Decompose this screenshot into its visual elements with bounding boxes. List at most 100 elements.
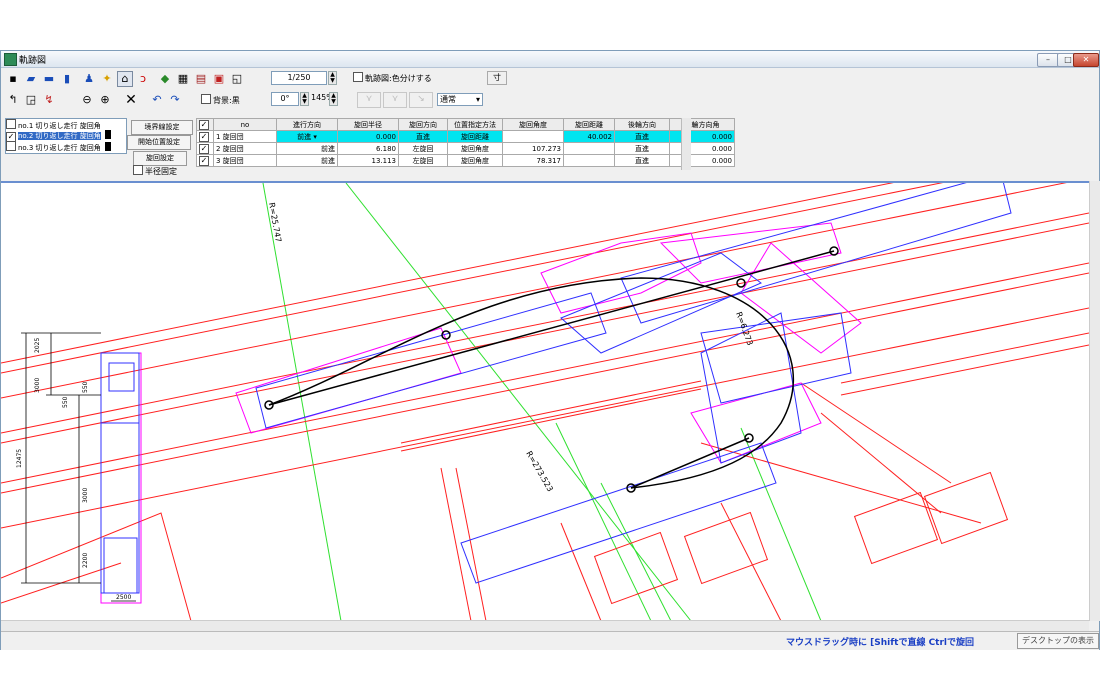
table-row[interactable]: ✓ 2 旋回団 前進 6.180 左旋回 旋回角度 107.273 直進 0.0… [196, 142, 735, 155]
turn-table: ✓ no 進行方向 旋回半径 旋回方向 位置指定方法 旋回角度 旋回距離 後輪方… [196, 118, 735, 167]
preview-icon[interactable]: ◱ [229, 71, 245, 87]
path-tool-1-icon[interactable]: ⋎ [357, 92, 381, 108]
table-cell[interactable]: 前進 [276, 142, 338, 155]
calculator-icon[interactable]: ▦ [175, 71, 191, 87]
turn-settings-button[interactable]: 旋回設定 [133, 151, 187, 166]
eraser-icon[interactable]: ◆ [157, 71, 173, 87]
print-icon[interactable]: ▤ [193, 71, 209, 87]
background-option[interactable]: 背景:黒 [201, 94, 240, 106]
color-option-label: 軌跡図:色分けする [365, 74, 432, 83]
save-icon[interactable]: ▪ [5, 71, 21, 87]
row-checkbox[interactable]: ✓ [196, 154, 214, 167]
vehicle-list-item[interactable]: no.3 切り返し走行 旋回角 [6, 141, 126, 152]
radius-fix-checkbox[interactable] [133, 165, 143, 175]
vehicle-checkbox[interactable] [6, 119, 16, 129]
angle-field[interactable]: 0° [271, 92, 299, 106]
table-cell[interactable] [502, 130, 564, 143]
minimize-button[interactable]: – [1037, 53, 1059, 67]
table-cell[interactable]: 13.113 [337, 154, 399, 167]
zoom-field[interactable]: 145% [311, 92, 334, 106]
start-position-button[interactable]: 開始位置設定 [127, 135, 191, 150]
table-cell[interactable]: 旋回角度 [447, 154, 503, 167]
scale-spinner[interactable]: ▲ ▼ [328, 71, 337, 85]
table-cell[interactable]: 0.000 [669, 130, 735, 143]
column-header: 旋回半径 [337, 118, 399, 131]
vehicle-list-item[interactable]: no.1 切り返し走行 旋回角 [6, 119, 126, 130]
light-icon[interactable]: ✦ [99, 71, 115, 87]
person-icon[interactable]: ♟ [81, 71, 97, 87]
trajectory-drawing[interactable]: 2025 3000 550 550 3000 12475 2200 2500 R… [1, 183, 1089, 621]
table-cell[interactable]: 旋回距離 [447, 130, 503, 143]
mode-select[interactable]: 通常 ▾ [437, 93, 483, 106]
vehicle-envelope [100, 222, 862, 604]
direction-select[interactable]: 前進 ▾ [276, 130, 338, 143]
table-cell[interactable]: 直進 [614, 142, 670, 155]
zoom-out-icon[interactable]: ⊖ [79, 92, 95, 108]
close-button[interactable]: ✕ [1073, 53, 1099, 67]
path-tool-2-icon[interactable]: ⋎ [383, 92, 407, 108]
undo-icon[interactable]: ↶ [149, 92, 165, 108]
table-cell[interactable]: 40.002 [563, 130, 615, 143]
zoom-spinner[interactable]: ▲ ▼ [329, 92, 338, 106]
table-cell[interactable]: 直進 [614, 130, 670, 143]
vehicle-list-item[interactable]: ✓ no.2 切り返し走行 旋回角 [6, 130, 126, 142]
trailer-icon[interactable]: ▮ [59, 71, 75, 87]
dim-label: 2200 [82, 553, 89, 568]
road-lines [1, 183, 1089, 621]
curve-icon[interactable]: ↄ [135, 71, 151, 87]
row-checkbox[interactable]: ✓ [196, 142, 214, 155]
pointer-icon[interactable]: ↯ [41, 92, 57, 108]
copy-icon[interactable]: ▣ [211, 71, 227, 87]
table-cell[interactable]: 78.317 [502, 154, 564, 167]
column-header: 位置指定方法 [447, 118, 503, 131]
background-checkbox[interactable] [201, 94, 211, 104]
drawing-canvas[interactable]: 2025 3000 550 550 3000 12475 2200 2500 R… [1, 181, 1089, 621]
measure-button[interactable]: 寸 [487, 71, 507, 85]
table-row[interactable]: ✓ 3 旋回団 前進 13.113 左旋回 旋回角度 78.317 直進 0.0… [196, 154, 735, 167]
truck-icon[interactable]: ▬ [41, 71, 57, 87]
vertical-scrollbar[interactable] [1089, 181, 1100, 621]
delete-icon[interactable]: ✕ [123, 92, 139, 108]
table-cell[interactable]: 左旋回 [398, 142, 448, 155]
table-row[interactable]: ✓ 1 旋回団 前進 ▾ 0.000 直進 旋回距離 40.002 直進 0.0… [196, 130, 735, 143]
show-desktop-button[interactable]: デスクトップの表示 [1017, 633, 1099, 649]
redo-icon[interactable]: ↷ [167, 92, 183, 108]
table-cell[interactable]: 0.000 [337, 130, 399, 143]
table-cell[interactable]: 0.000 [669, 142, 735, 155]
color-option-checkbox[interactable] [353, 72, 363, 82]
boundary-button[interactable]: 境界線設定 [131, 120, 193, 135]
vehicle-label: no.1 切り返し走行 旋回角 [18, 122, 101, 130]
move-icon[interactable]: ↰ [5, 92, 21, 108]
scale-field[interactable]: 1/250 [271, 71, 327, 85]
table-cell[interactable] [563, 154, 615, 167]
table-cell[interactable] [563, 142, 615, 155]
vehicle-list[interactable]: no.1 切り返し走行 旋回角 ✓ no.2 切り返し走行 旋回角 no.3 切り… [5, 118, 127, 154]
car-icon[interactable]: ▰ [23, 71, 39, 87]
table-cell[interactable]: 前進 [276, 154, 338, 167]
horizontal-scrollbar[interactable] [1, 620, 1089, 631]
color-option[interactable]: 軌跡図:色分けする [353, 72, 432, 84]
vehicle-color-swatch [104, 130, 111, 139]
row-checkbox[interactable]: ✓ [196, 130, 214, 143]
vehicle-label: no.3 切り返し走行 旋回角 [18, 144, 101, 152]
table-cell[interactable]: 直進 [614, 154, 670, 167]
angle-spinner[interactable]: ▲ ▼ [300, 92, 309, 106]
radius-fix-option[interactable]: 半径固定 [133, 165, 177, 177]
table-cell[interactable]: 6.180 [337, 142, 399, 155]
route-icon[interactable]: ⌂ [117, 71, 133, 87]
title-bar: 軌跡図 – □ ✕ [1, 51, 1099, 68]
vehicle-checkbox[interactable] [6, 141, 16, 151]
table-cell: 1 旋回団 [213, 130, 277, 143]
table-cell[interactable]: 直進 [398, 130, 448, 143]
chevron-down-icon: ▾ [475, 95, 480, 104]
table-cell[interactable]: 旋回角度 [447, 142, 503, 155]
table-header-check[interactable]: ✓ [196, 118, 214, 131]
path-tool-3-icon[interactable]: ↘ [409, 92, 433, 108]
zoom-in-icon[interactable]: ⊕ [97, 92, 113, 108]
table-scrollbar[interactable] [681, 118, 691, 170]
select-icon[interactable]: ◲ [23, 92, 39, 108]
table-cell[interactable]: 0.000 [669, 154, 735, 167]
table-cell[interactable]: 107.273 [502, 142, 564, 155]
background-label: 背景:黒 [213, 96, 240, 105]
table-cell[interactable]: 左旋回 [398, 154, 448, 167]
